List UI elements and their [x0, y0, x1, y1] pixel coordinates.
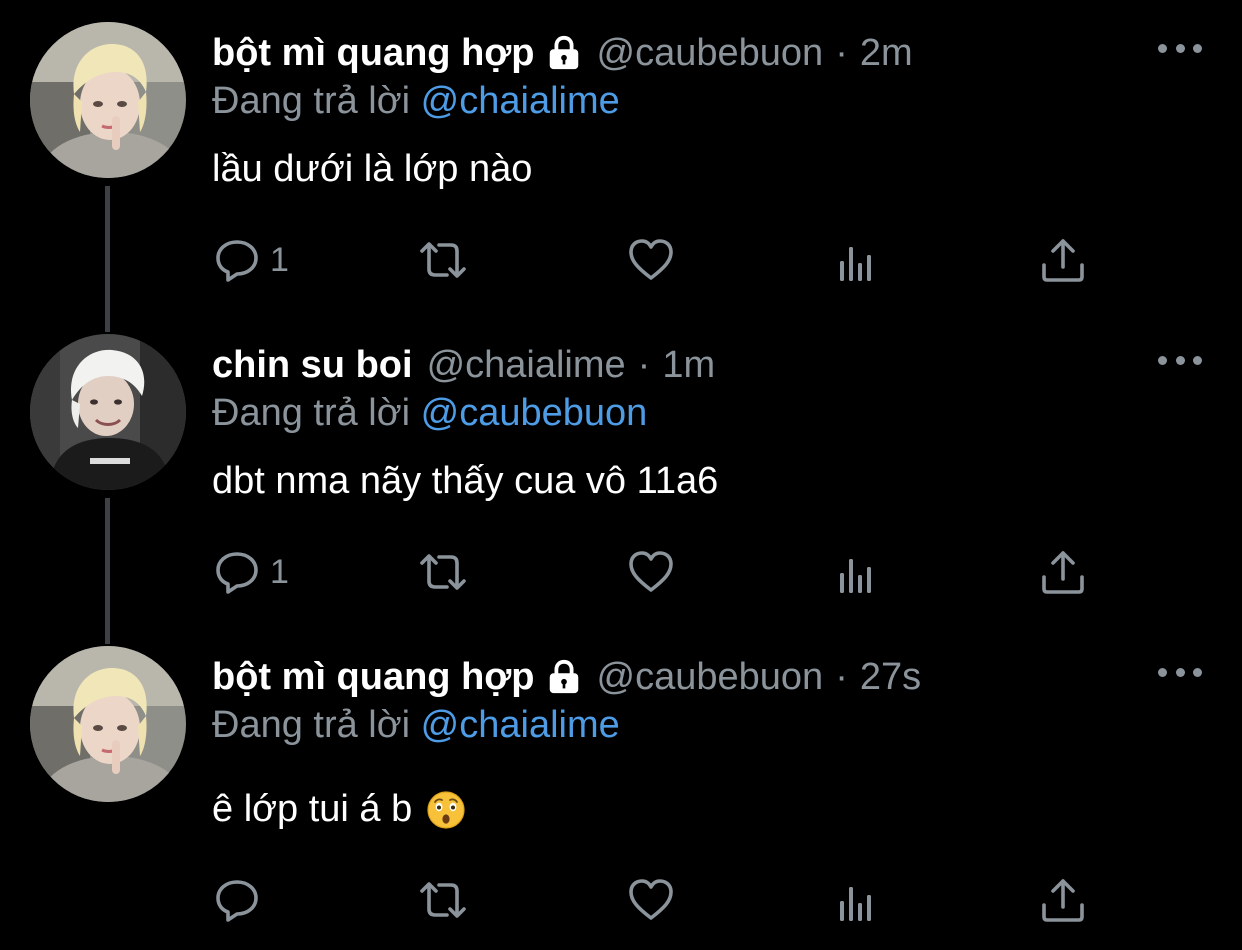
tweet-text: ê lớp tui á b	[212, 788, 466, 831]
separator-dot: ·	[835, 655, 848, 698]
separator-dot: ·	[835, 31, 848, 74]
reply-count: 1	[270, 240, 289, 279]
analytics-icon	[832, 875, 882, 925]
tweet-text: lầu dưới là lớp nào	[212, 148, 533, 190]
reply-icon	[212, 875, 262, 925]
mention-link[interactable]: @chaialime	[421, 704, 620, 746]
display-name[interactable]: bột mì quang hợp	[212, 32, 535, 75]
retweet-icon	[418, 235, 468, 285]
display-name[interactable]: chin su boi	[212, 344, 413, 387]
replying-to-label: Đang trả lời	[212, 392, 411, 434]
like-icon	[626, 235, 676, 285]
like-button[interactable]	[626, 544, 676, 600]
analytics-button[interactable]	[832, 232, 882, 288]
like-icon	[626, 875, 676, 925]
more-options-icon[interactable]	[1158, 36, 1202, 60]
action-bar: 1	[212, 232, 1112, 288]
replying-to-label: Đang trả lời	[212, 80, 411, 122]
retweet-button[interactable]	[418, 232, 468, 288]
analytics-icon	[832, 235, 882, 285]
more-options-icon[interactable]	[1158, 660, 1202, 684]
lock-icon	[545, 658, 583, 696]
tweet[interactable]: chin su boi @chaialime · 1m Đang trả lời…	[0, 312, 1242, 624]
analytics-icon	[832, 547, 882, 597]
action-bar: 1	[212, 544, 1112, 600]
timestamp[interactable]: 1m	[662, 344, 715, 387]
reply-count: 1	[270, 552, 289, 591]
replying-to: Đang trả lời @caubebuon	[212, 392, 647, 435]
tweet-header: bột mì quang hợp @caubebuon · 2m	[212, 28, 913, 78]
mention-link[interactable]: @caubebuon	[421, 392, 648, 434]
share-icon	[1038, 547, 1088, 597]
reply-icon	[212, 547, 262, 597]
replying-to: Đang trả lời @chaialime	[212, 704, 620, 747]
analytics-button[interactable]	[832, 544, 882, 600]
retweet-icon	[418, 875, 468, 925]
tweet-text-content: ê lớp tui á b	[212, 788, 413, 830]
tweet-header: bột mì quang hợp @caubebuon · 27s	[212, 652, 921, 702]
tweet[interactable]: bột mì quang hợp @caubebuon · 27s Đang t…	[0, 624, 1242, 950]
separator-dot: ·	[637, 343, 651, 386]
retweet-button[interactable]	[418, 544, 468, 600]
like-button[interactable]	[626, 232, 676, 288]
tweet[interactable]: bột mì quang hợp @caubebuon · 2m Đang tr…	[0, 0, 1242, 312]
timestamp[interactable]: 2m	[860, 32, 913, 75]
action-bar	[212, 872, 1112, 928]
username-handle[interactable]: @caubebuon	[597, 656, 824, 699]
replying-to: Đang trả lời @chaialime	[212, 80, 620, 123]
like-button[interactable]	[626, 872, 676, 928]
reply-icon	[212, 235, 262, 285]
display-name[interactable]: bột mì quang hợp	[212, 656, 535, 699]
hushed-face-emoji	[426, 790, 466, 830]
share-icon	[1038, 875, 1088, 925]
replying-to-label: Đang trả lời	[212, 704, 411, 746]
reply-button[interactable]	[212, 872, 270, 928]
username-handle[interactable]: @chaialime	[427, 344, 626, 387]
tweet-text: dbt nma nãy thấy cua vô 11a6	[212, 460, 719, 502]
analytics-button[interactable]	[832, 872, 882, 928]
tweet-header: chin su boi @chaialime · 1m	[212, 340, 715, 390]
username-handle[interactable]: @caubebuon	[597, 32, 824, 75]
share-button[interactable]	[1038, 872, 1088, 928]
retweet-button[interactable]	[418, 872, 468, 928]
lock-icon	[545, 34, 583, 72]
mention-link[interactable]: @chaialime	[421, 80, 620, 122]
like-icon	[626, 547, 676, 597]
avatar[interactable]	[30, 22, 186, 178]
reply-button[interactable]: 1	[212, 232, 289, 288]
reply-thread: bột mì quang hợp @caubebuon · 2m Đang tr…	[0, 0, 1242, 950]
more-options-icon[interactable]	[1158, 348, 1202, 372]
timestamp[interactable]: 27s	[860, 656, 921, 699]
retweet-icon	[418, 547, 468, 597]
reply-button[interactable]: 1	[212, 544, 289, 600]
share-icon	[1038, 235, 1088, 285]
share-button[interactable]	[1038, 544, 1088, 600]
share-button[interactable]	[1038, 232, 1088, 288]
avatar[interactable]	[30, 334, 186, 490]
avatar[interactable]	[30, 646, 186, 802]
